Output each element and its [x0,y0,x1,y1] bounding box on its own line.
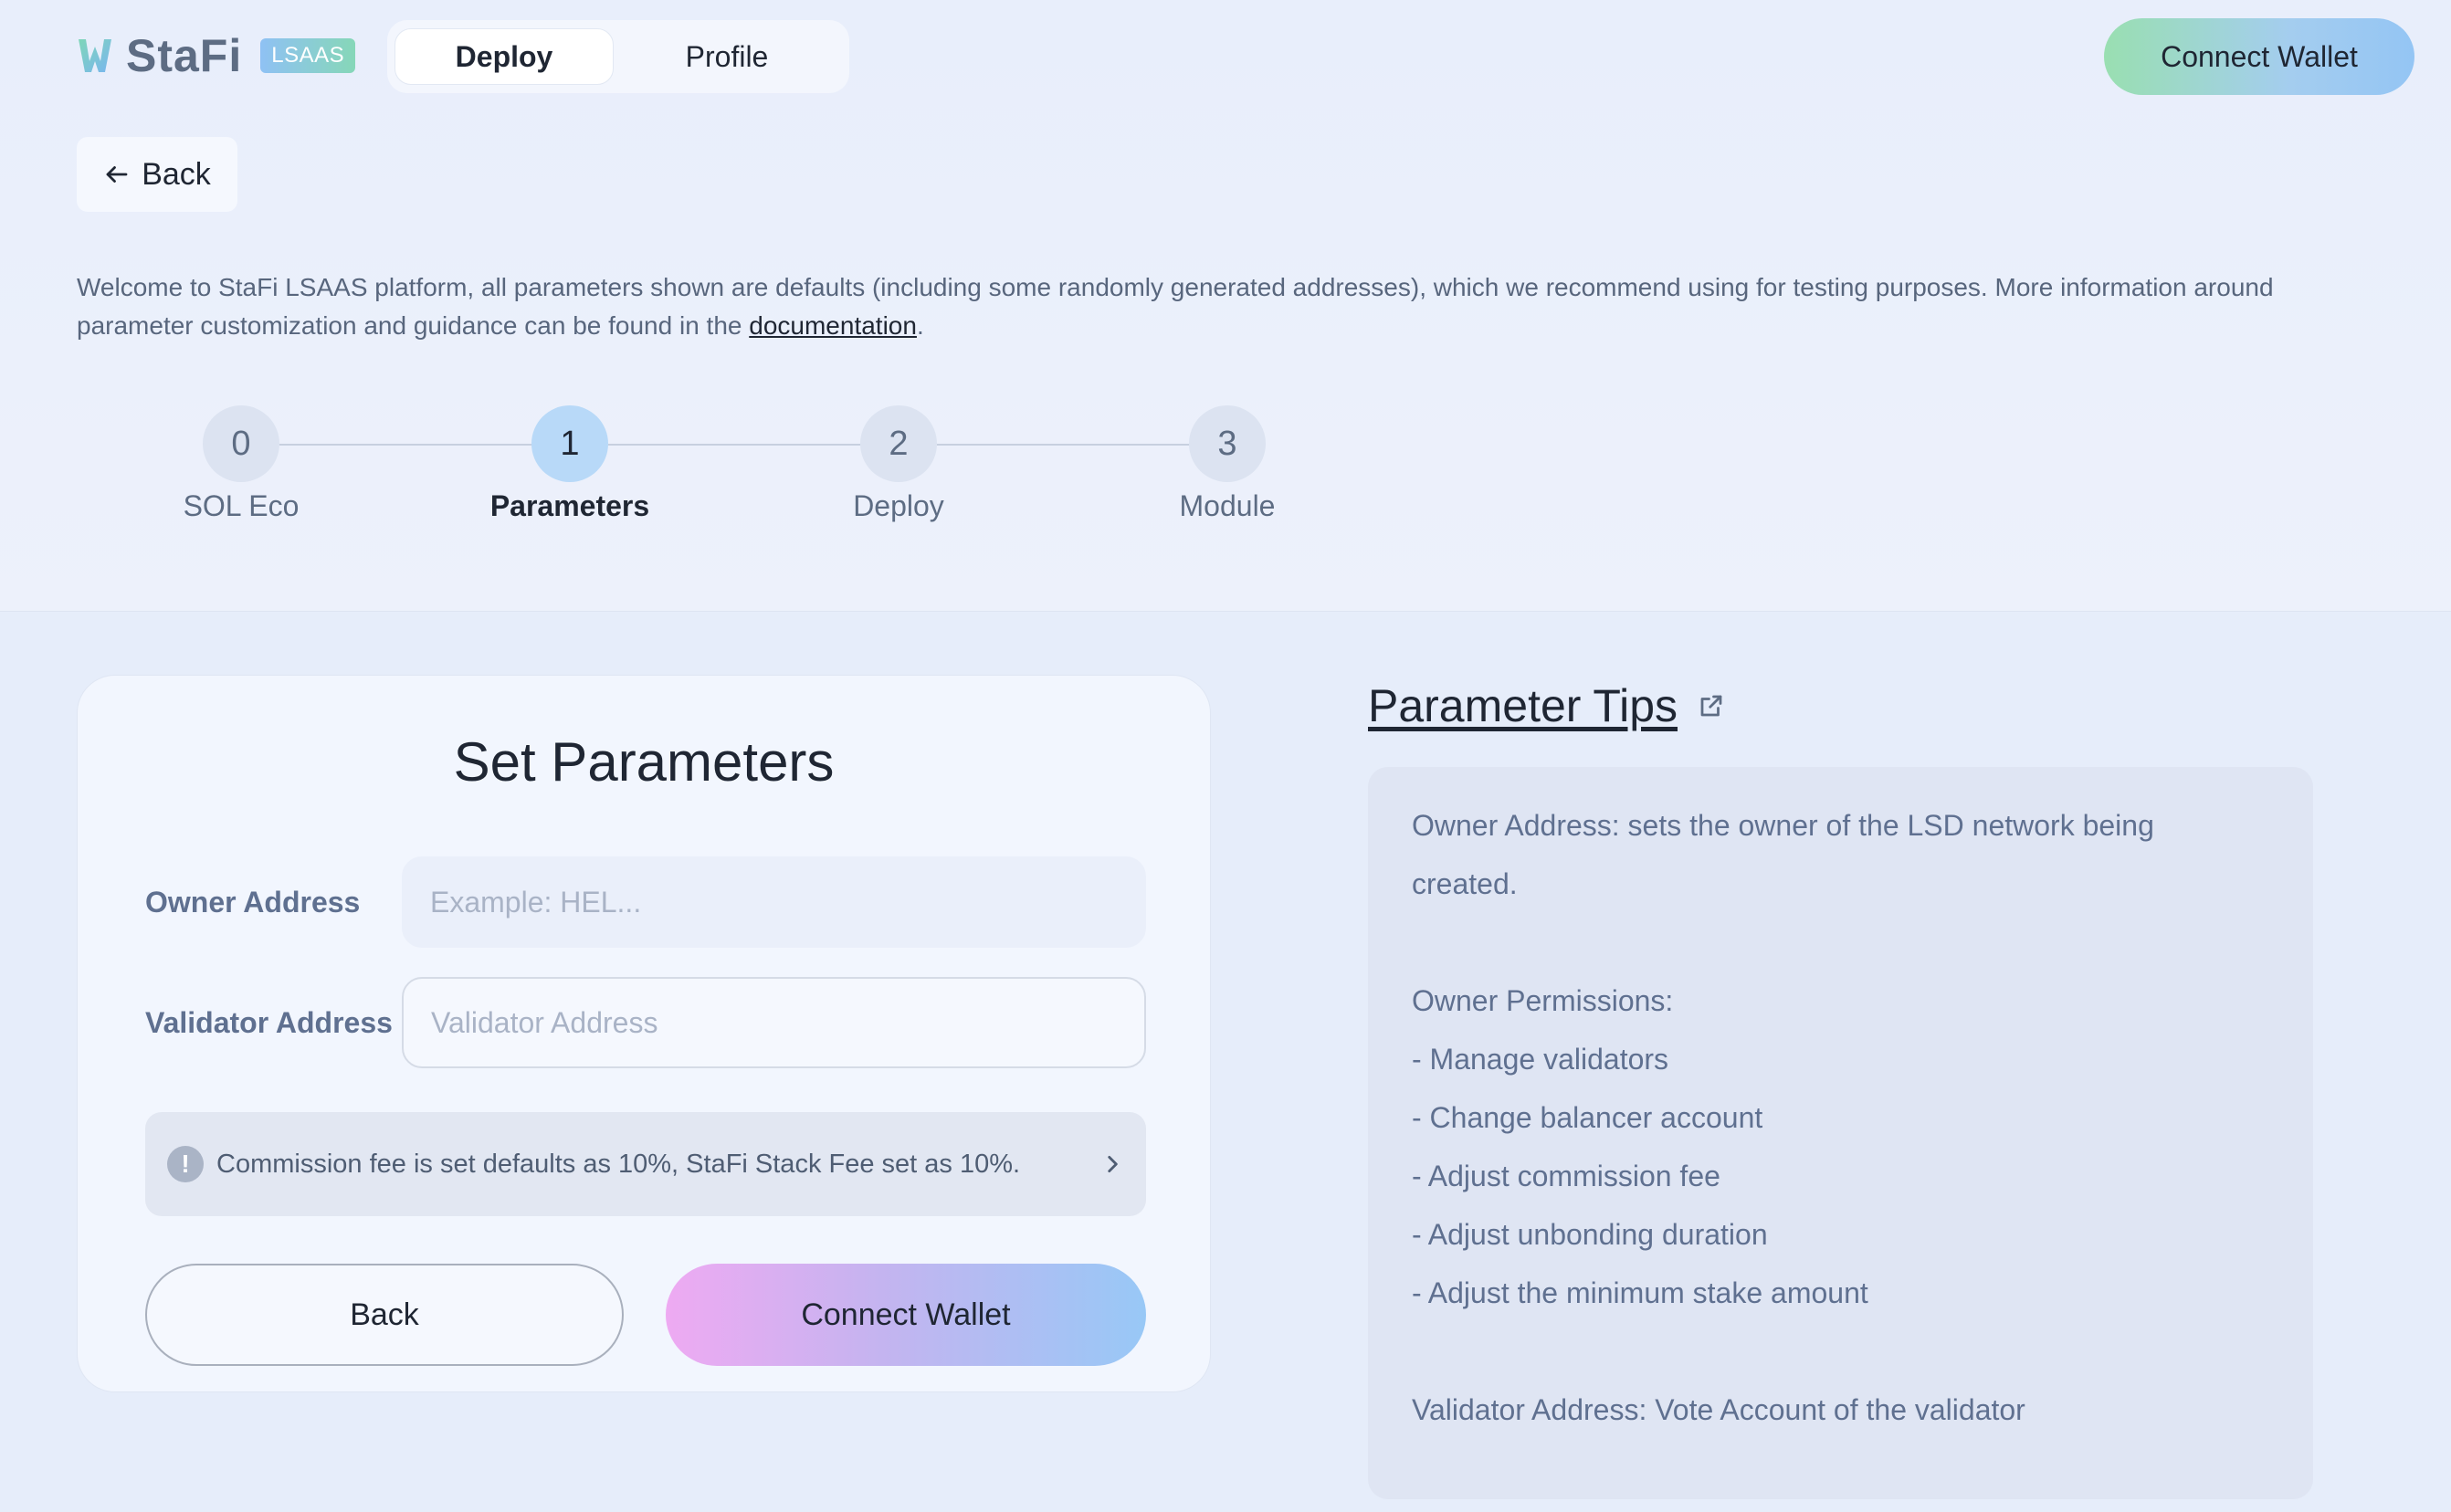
stafi-logo-icon [79,39,111,72]
card-title: Set Parameters [453,731,835,793]
step-label: Parameters [489,489,650,522]
welcome-text-before: Welcome to StaFi LSAAS platform, all par… [77,273,2274,340]
tab-deploy[interactable]: Deploy [394,28,614,85]
back-button[interactable]: Back [77,137,237,212]
welcome-text-after: . [916,311,924,340]
step-number: 2 [860,405,937,482]
logo-text: StaFi [126,30,243,81]
step-number: 3 [1189,405,1266,482]
documentation-link[interactable]: documentation [749,311,917,340]
step-label: SOL Eco [183,489,300,522]
tip-line: - Adjust commission fee [1412,1160,1720,1192]
nav-tabs: Deploy Profile [387,20,849,93]
tip-line: created. [1412,867,1518,900]
step-label: Deploy [853,489,944,522]
step-sol-eco[interactable]: 0 SOL Eco [141,402,342,523]
step-label: Module [1179,489,1276,522]
validator-address-label: Validator Address [145,1006,393,1039]
stepper: 0 SOL Eco 1 Parameters 2 Deploy 3 Module [0,402,1370,530]
parameter-tips-title: Parameter Tips [1368,680,1678,731]
tip-line: - Change balancer account [1412,1101,1763,1134]
tip-line [1412,913,2269,971]
commission-notice[interactable]: ! Commission fee is set defaults as 10%,… [145,1112,1146,1216]
stafi-logo[interactable]: StaFi LSAAS [77,30,356,81]
welcome-text: Welcome to StaFi LSAAS platform, all par… [77,268,2378,345]
arrow-left-icon [106,166,128,183]
step-parameters[interactable]: 1 Parameters [469,402,670,523]
tip-line: Owner Permissions: [1412,984,1674,1017]
parameter-tips-box: Owner Address: sets the owner of the LSD… [1368,767,2313,1499]
tip-line: Owner Address: sets the owner of the LSD… [1412,809,2154,842]
notice-text: Commission fee is set defaults as 10%, S… [216,1149,1021,1179]
tip-line [1412,1322,2269,1381]
tip-line: Validator Address: Vote Account of the v… [1412,1393,2025,1426]
form-connect-wallet-button[interactable]: Connect Wallet [666,1264,1146,1366]
validator-address-input[interactable] [402,977,1146,1068]
exclamation-icon: ! [167,1146,204,1182]
tip-line: - Adjust the minimum stake amount [1412,1276,1868,1309]
header-connect-wallet-button[interactable]: Connect Wallet [2104,18,2414,95]
step-module[interactable]: 3 Module [1127,402,1328,523]
tab-profile[interactable]: Profile [614,28,840,85]
step-number: 0 [203,405,279,482]
step-number: 1 [531,405,608,482]
tip-line: - Manage validators [1412,1043,1669,1076]
chevron-right-icon [1108,1156,1118,1172]
tip-line: - Adjust unbonding duration [1412,1218,1768,1251]
set-parameters-card: Set Parameters Owner Address Validator A… [77,675,1211,1392]
parameter-tips-link[interactable]: Parameter Tips [1368,679,1725,732]
owner-address-input[interactable] [402,856,1146,948]
lsaas-badge: LSAAS [260,38,356,73]
back-button-label: Back [142,156,211,192]
form-back-button[interactable]: Back [145,1264,624,1366]
step-deploy[interactable]: 2 Deploy [798,402,999,523]
owner-address-label: Owner Address [145,886,361,919]
external-link-icon [1700,695,1722,717]
